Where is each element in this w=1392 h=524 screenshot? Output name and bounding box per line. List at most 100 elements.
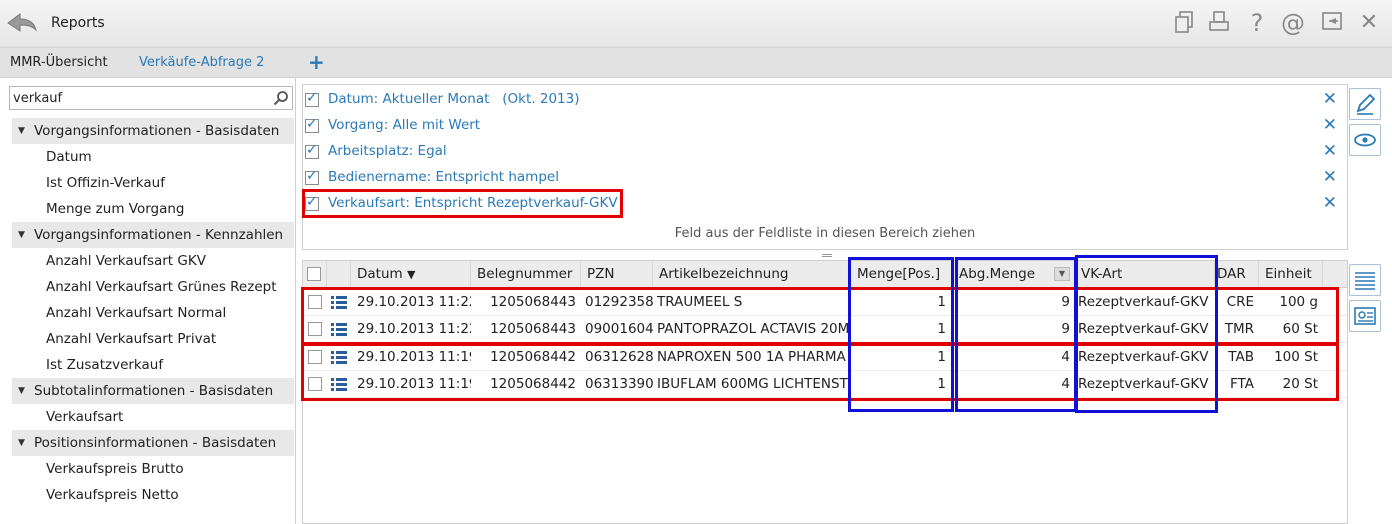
print-icon[interactable] bbox=[1207, 10, 1231, 36]
filter-checkbox[interactable] bbox=[305, 90, 319, 107]
cell-einheit: 20 St bbox=[1282, 376, 1318, 392]
cell-dar: TMR bbox=[1224, 321, 1254, 337]
remove-filter-icon[interactable]: ✕ bbox=[1323, 167, 1337, 187]
tree-group-position-basisdaten[interactable]: ▼ Positionsinformationen - Basisdaten bbox=[12, 430, 294, 456]
field-tree: ▼ Vorgangsinformationen - Basisdaten Datu… bbox=[12, 118, 294, 508]
title-bar: Reports ? @ ✕ bbox=[0, 0, 1392, 48]
list-details-icon[interactable] bbox=[331, 323, 347, 336]
column-header-datum[interactable]: Datum ▼ bbox=[351, 261, 471, 288]
filter-checkbox[interactable] bbox=[305, 194, 319, 211]
filter-checkbox[interactable] bbox=[305, 168, 319, 185]
cell-abg-menge: 9 bbox=[1061, 321, 1070, 337]
cell-einheit: 100 g bbox=[1279, 294, 1318, 310]
copy-icon[interactable] bbox=[1173, 10, 1197, 36]
column-header-dar[interactable]: DAR bbox=[1215, 261, 1259, 288]
tree-group-vorgang-basisdaten[interactable]: ▼ Vorgangsinformationen - Basisdaten bbox=[12, 118, 294, 144]
cell-belegnummer: 1205068443 bbox=[490, 321, 576, 337]
tree-item[interactable]: Verkaufspreis Netto bbox=[12, 482, 294, 508]
select-all-header[interactable] bbox=[303, 261, 327, 288]
icon-column-header bbox=[327, 261, 351, 288]
add-tab-button[interactable]: + bbox=[308, 50, 325, 74]
search-icon[interactable] bbox=[273, 90, 289, 106]
field-search-input[interactable] bbox=[13, 89, 263, 107]
column-header-menge-pos[interactable]: Menge[Pos.] bbox=[851, 261, 953, 288]
table-row[interactable]: 29.10.2013 11:22 1205068443 09001604 PAN… bbox=[303, 316, 1347, 343]
caret-down-icon[interactable]: ▼ bbox=[18, 378, 25, 404]
sort-desc-icon: ▼ bbox=[406, 268, 416, 281]
filter-row: Datum: Aktueller Monat (Okt. 2013) ✕ bbox=[303, 88, 1347, 112]
tree-item[interactable]: Verkaufspreis Brutto bbox=[12, 456, 294, 482]
caret-down-icon[interactable]: ▼ bbox=[18, 118, 25, 144]
filter-row: Arbeitsplatz: Egal ✕ bbox=[303, 140, 1347, 164]
cell-datum: 29.10.2013 11:22 bbox=[357, 294, 471, 310]
filter-checkbox[interactable] bbox=[305, 116, 319, 133]
column-filter-dropdown-icon[interactable]: ▼ bbox=[1054, 267, 1070, 281]
cell-vk-art: Rezeptverkauf-GKV bbox=[1078, 376, 1209, 392]
caret-down-icon[interactable]: ▼ bbox=[18, 430, 25, 456]
tree-item[interactable]: Datum bbox=[12, 144, 294, 170]
cell-datum: 29.10.2013 11:19 bbox=[357, 376, 471, 392]
filter-label[interactable]: Vorgang: Alle mit Wert bbox=[328, 117, 480, 133]
tree-item[interactable]: Anzahl Verkaufsart Normal bbox=[12, 300, 294, 326]
tree-item[interactable]: Ist Zusatzverkauf bbox=[12, 352, 294, 378]
table-row[interactable]: 29.10.2013 11:19 1205068442 06312628 NAP… bbox=[303, 344, 1347, 371]
cell-pzn: 06313390 bbox=[585, 376, 653, 392]
tree-item[interactable]: Verkaufsart bbox=[12, 404, 294, 430]
filter-row: Vorgang: Alle mit Wert ✕ bbox=[303, 114, 1347, 138]
remove-filter-icon[interactable]: ✕ bbox=[1323, 193, 1337, 213]
filter-row: Bedienername: Entspricht hampel ✕ bbox=[303, 166, 1347, 190]
tree-item[interactable]: Ist Offizin-Verkauf bbox=[12, 170, 294, 196]
exit-window-icon[interactable] bbox=[1320, 10, 1344, 36]
row-checkbox[interactable] bbox=[308, 350, 322, 364]
cell-dar: CRE bbox=[1226, 294, 1254, 310]
table-row[interactable]: 29.10.2013 11:22 1205068443 01292358 TRA… bbox=[303, 289, 1347, 316]
filter-label[interactable]: Datum: Aktueller Monat (Okt. 2013) bbox=[328, 91, 580, 107]
filter-label[interactable]: Bedienername: Entspricht hampel bbox=[328, 169, 559, 185]
list-details-icon[interactable] bbox=[331, 351, 347, 364]
column-header-artikelbezeichnung[interactable]: Artikelbezeichnung bbox=[653, 261, 851, 288]
cell-vk-art: Rezeptverkauf-GKV bbox=[1078, 349, 1209, 365]
tree-item[interactable]: Menge zum Vorgang bbox=[12, 196, 294, 222]
panel-splitter[interactable] bbox=[822, 254, 832, 257]
cell-abg-menge: 9 bbox=[1061, 294, 1070, 310]
row-checkbox[interactable] bbox=[308, 377, 322, 391]
remove-filter-icon[interactable]: ✕ bbox=[1323, 115, 1337, 135]
tree-group-vorgang-kennzahlen[interactable]: ▼ Vorgangsinformationen - Kennzahlen bbox=[12, 222, 294, 248]
tree-item[interactable]: Anzahl Verkaufsart Grünes Rezept bbox=[12, 274, 294, 300]
filter-label[interactable]: Verkaufsart: Entspricht Rezeptverkauf-GK… bbox=[328, 195, 618, 211]
eye-icon bbox=[1354, 133, 1376, 147]
preview-button[interactable] bbox=[1349, 124, 1381, 156]
tree-group-subtotal-basisdaten[interactable]: ▼ Subtotalinformationen - Basisdaten bbox=[12, 378, 294, 404]
grid-view-button[interactable] bbox=[1349, 264, 1381, 296]
list-details-icon[interactable] bbox=[331, 378, 347, 391]
cell-menge: 1 bbox=[937, 321, 946, 337]
report-card-button[interactable] bbox=[1349, 300, 1381, 332]
list-details-icon[interactable] bbox=[331, 296, 347, 309]
tab-verkaeufe-abfrage-2[interactable]: Verkäufe-Abfrage 2 bbox=[139, 55, 264, 70]
select-all-checkbox[interactable] bbox=[307, 267, 321, 281]
cell-belegnummer: 1205068442 bbox=[490, 349, 576, 365]
table-row[interactable]: 29.10.2013 11:19 1205068442 06313390 IBU… bbox=[303, 371, 1347, 398]
at-icon[interactable]: @ bbox=[1281, 10, 1305, 36]
row-checkbox[interactable] bbox=[308, 295, 322, 309]
column-header-abg-menge[interactable]: Abg.Menge ▼ bbox=[953, 261, 1075, 288]
caret-down-icon[interactable]: ▼ bbox=[18, 222, 25, 248]
row-checkbox[interactable] bbox=[308, 322, 322, 336]
cell-vk-art: Rezeptverkauf-GKV bbox=[1078, 294, 1209, 310]
tab-mmr-uebersicht[interactable]: MMR-Übersicht bbox=[10, 55, 108, 70]
help-icon[interactable]: ? bbox=[1245, 10, 1269, 36]
remove-filter-icon[interactable]: ✕ bbox=[1323, 141, 1337, 161]
tree-item[interactable]: Anzahl Verkaufsart Privat bbox=[12, 326, 294, 352]
edit-button[interactable] bbox=[1349, 88, 1381, 120]
column-header-vk-art[interactable]: VK-Art bbox=[1075, 261, 1215, 288]
back-arrow-icon[interactable] bbox=[6, 11, 38, 35]
filter-checkbox[interactable] bbox=[305, 142, 319, 159]
results-grid: Datum ▼ Belegnummer PZN Artikelbezeichnu… bbox=[302, 260, 1348, 524]
tree-item[interactable]: Anzahl Verkaufsart GKV bbox=[12, 248, 294, 274]
close-icon[interactable]: ✕ bbox=[1357, 10, 1381, 36]
column-header-belegnummer[interactable]: Belegnummer bbox=[471, 261, 581, 288]
column-header-pzn[interactable]: PZN bbox=[581, 261, 653, 288]
remove-filter-icon[interactable]: ✕ bbox=[1323, 89, 1337, 109]
column-header-einheit[interactable]: Einheit bbox=[1259, 261, 1323, 288]
filter-label[interactable]: Arbeitsplatz: Egal bbox=[328, 143, 447, 159]
